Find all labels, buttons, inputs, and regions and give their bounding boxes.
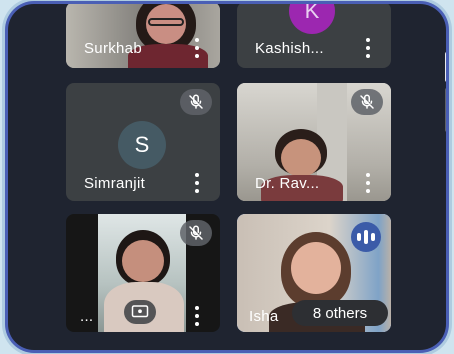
participant-name: Isha: [249, 308, 279, 325]
avatar-initial: K: [304, 4, 320, 23]
others-chip-label: 8 others: [312, 304, 368, 322]
others-chip[interactable]: 8 others: [292, 300, 388, 326]
present-screen-icon[interactable]: [124, 300, 156, 324]
mic-off-icon: [180, 89, 212, 115]
participant-name: Simranjit: [84, 175, 146, 192]
more-options-icon[interactable]: [188, 173, 206, 193]
participant-name: Dr. Rav...: [255, 175, 320, 192]
avatar-initial: S: [134, 132, 150, 157]
scrollbar-thumb[interactable]: [445, 52, 446, 82]
more-options-icon[interactable]: [188, 38, 206, 58]
mic-off-icon: [180, 220, 212, 246]
participant-tile-surkhab[interactable]: Surkhab: [66, 4, 220, 68]
scrollbar-track[interactable]: [445, 88, 446, 132]
participant-tile-dr-rav[interactable]: Dr. Rav...: [237, 83, 391, 201]
speaking-indicator-icon: [351, 222, 381, 252]
participant-tile-presenter[interactable]: ...: [66, 214, 220, 332]
participant-name: ...: [80, 308, 94, 325]
participant-name: Kashish...: [255, 40, 324, 57]
more-options-icon[interactable]: [188, 306, 206, 326]
avatar: S: [118, 121, 166, 169]
mic-off-icon: [351, 89, 383, 115]
more-options-icon[interactable]: [359, 38, 377, 58]
meeting-grid: Surkhab K Kashish... S Simranjit Dr. Rav…: [8, 4, 446, 350]
avatar: K: [289, 4, 335, 34]
more-options-icon[interactable]: [359, 173, 377, 193]
participant-tile-kashish[interactable]: K Kashish...: [237, 4, 391, 68]
participant-name: Surkhab: [84, 40, 142, 57]
glasses: [148, 18, 184, 26]
participant-tile-simranjit[interactable]: S Simranjit: [66, 83, 220, 201]
